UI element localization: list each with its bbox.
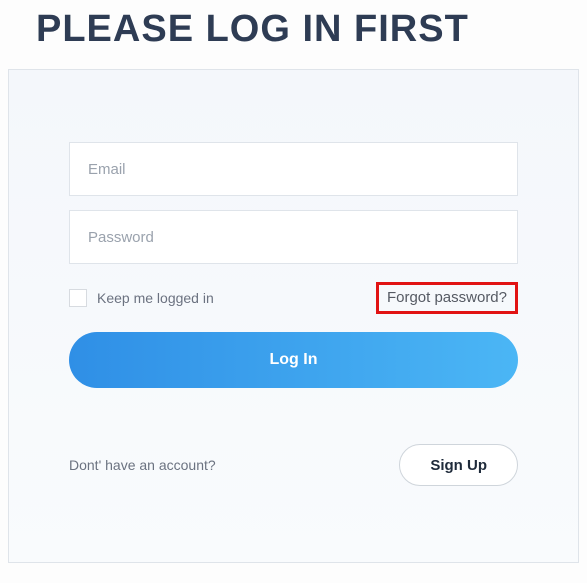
login-card: Keep me logged in Forgot password? Log I… [8,69,579,563]
keep-logged-in-label: Keep me logged in [97,290,214,306]
signup-row: Dont' have an account? Sign Up [69,444,518,486]
keep-logged-in[interactable]: Keep me logged in [69,289,214,307]
signup-button[interactable]: Sign Up [399,444,518,486]
options-row: Keep me logged in Forgot password? [69,282,518,314]
page-title: PLEASE LOG IN FIRST [0,0,587,69]
forgot-password-link[interactable]: Forgot password? [387,289,507,306]
email-field[interactable] [69,142,518,196]
password-field[interactable] [69,210,518,264]
keep-logged-in-checkbox[interactable] [69,289,87,307]
no-account-text: Dont' have an account? [69,457,216,473]
login-button[interactable]: Log In [69,332,518,388]
forgot-password-highlight: Forgot password? [376,282,518,314]
